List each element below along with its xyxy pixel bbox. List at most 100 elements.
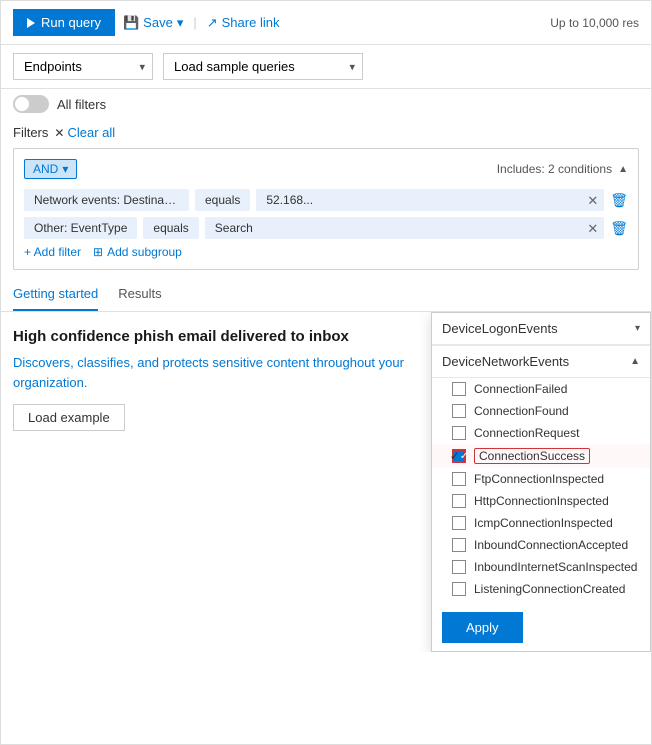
item-connection-found[interactable]: ConnectionFound [432, 400, 650, 422]
and-label: AND [33, 162, 58, 176]
apply-label: Apply [466, 620, 499, 635]
filter-op-2: equals [143, 217, 198, 239]
share-icon: ↗ [207, 15, 218, 31]
device-logon-events-header[interactable]: DeviceLogonEvents ▾ [432, 313, 650, 345]
checkbox-inbound-internet[interactable] [452, 560, 466, 574]
filter-field-1: Network events: DestinationIPA... [24, 189, 189, 211]
device-logon-events-label: DeviceLogonEvents [442, 321, 558, 336]
dropdown-overlay: DeviceLogonEvents ▾ DeviceNetworkEvents … [431, 312, 651, 652]
item-http-connection-label: HttpConnectionInspected [474, 494, 609, 508]
content-area: High confidence phish email delivered to… [1, 312, 651, 652]
device-logon-events-chevron-icon: ▾ [635, 323, 640, 334]
endpoints-dropdown[interactable]: Endpoints [13, 53, 153, 80]
load-example-button[interactable]: Load example [13, 404, 125, 431]
save-chevron-icon: ▾ [177, 15, 184, 31]
includes-text: Includes: 2 conditions ▲ [497, 162, 628, 176]
checkbox-icmp-connection[interactable] [452, 516, 466, 530]
all-filters-label: All filters [57, 97, 106, 112]
run-query-button[interactable]: Run query [13, 9, 115, 36]
tab-getting-started[interactable]: Getting started [13, 278, 98, 311]
filter-delete-1[interactable]: 🗑 [610, 192, 628, 209]
all-filters-toggle[interactable] [13, 95, 49, 113]
checkbox-connection-failed[interactable] [452, 382, 466, 396]
checkbox-http-connection[interactable] [452, 494, 466, 508]
filter-value-clear-1[interactable]: ✕ [587, 194, 598, 207]
checkbox-connection-found[interactable] [452, 404, 466, 418]
dropdown-list: DeviceLogonEvents ▾ DeviceNetworkEvents … [432, 313, 650, 604]
and-badge[interactable]: AND ▾ [24, 159, 77, 179]
item-listening-connection[interactable]: ListeningConnectionCreated [432, 578, 650, 600]
item-inbound-internet-label: InboundInternetScanInspected [474, 560, 637, 574]
device-network-events-chevron-icon: ▲ [630, 356, 640, 367]
tab-results-label: Results [118, 286, 161, 301]
filter-actions: + Add filter ⊞ Add subgroup [24, 245, 628, 259]
clear-all-button[interactable]: ✕ Clear all [54, 125, 115, 140]
filter-op-1: equals [195, 189, 250, 211]
filter-delete-2[interactable]: 🗑 [610, 220, 628, 237]
item-connection-request-label: ConnectionRequest [474, 426, 579, 440]
item-inbound-connection-label: InboundConnectionAccepted [474, 538, 628, 552]
checkbox-connection-success[interactable]: ✓ [452, 449, 466, 463]
save-label: Save [143, 15, 173, 30]
filter-row-1: Network events: DestinationIPA... equals… [24, 189, 628, 211]
item-ftp-connection-label: FtpConnectionInspected [474, 472, 604, 486]
content-title: High confidence phish email delivered to… [13, 328, 421, 345]
filter-value-input-2[interactable] [205, 217, 604, 239]
filter-box-header: AND ▾ Includes: 2 conditions ▲ [24, 159, 628, 179]
filter-value-wrapper-1: ✕ [256, 189, 604, 211]
share-link-button[interactable]: ↗ Share link [207, 15, 280, 31]
clear-all-label: Clear all [67, 125, 115, 140]
run-query-label: Run query [41, 15, 101, 30]
filters-label: Filters [13, 125, 48, 140]
checkbox-inbound-connection[interactable] [452, 538, 466, 552]
filter-field-2: Other: EventType [24, 217, 137, 239]
toolbar: Run query 💾 Save ▾ | ↗ Share link Up to … [1, 1, 651, 45]
item-connection-failed[interactable]: ConnectionFailed [432, 378, 650, 400]
checkbox-listening-connection[interactable] [452, 582, 466, 596]
item-icmp-connection-label: IcmpConnectionInspected [474, 516, 613, 530]
item-inbound-internet[interactable]: InboundInternetScanInspected [432, 556, 650, 578]
content-desc: Discovers, classifies, and protects sens… [13, 353, 421, 392]
add-filter-label: + Add filter [24, 245, 81, 259]
play-icon [27, 18, 35, 28]
item-ftp-connection[interactable]: FtpConnectionInspected [432, 468, 650, 490]
load-example-label: Load example [28, 410, 110, 425]
filter-value-input-1[interactable] [256, 189, 604, 211]
item-inbound-connection[interactable]: InboundConnectionAccepted [432, 534, 650, 556]
filter-box: AND ▾ Includes: 2 conditions ▲ Network e… [13, 148, 639, 270]
save-icon: 💾 [123, 15, 139, 31]
item-connection-request[interactable]: ConnectionRequest [432, 422, 650, 444]
device-network-events-header[interactable]: DeviceNetworkEvents ▲ [432, 345, 650, 378]
add-subgroup-button[interactable]: ⊞ Add subgroup [93, 245, 182, 259]
share-link-label: Share link [222, 15, 280, 30]
apply-button[interactable]: Apply [442, 612, 523, 643]
add-filter-button[interactable]: + Add filter [24, 245, 81, 259]
includes-label: Includes: 2 conditions [497, 162, 612, 176]
tab-results[interactable]: Results [118, 278, 161, 311]
item-icmp-connection[interactable]: IcmpConnectionInspected [432, 512, 650, 534]
subgroup-icon: ⊞ [93, 245, 103, 259]
and-chevron-icon: ▾ [62, 162, 68, 176]
item-connection-success-label: ConnectionSuccess [474, 448, 590, 464]
x-icon: ✕ [54, 126, 64, 140]
item-http-connection[interactable]: HttpConnectionInspected [432, 490, 650, 512]
dropdowns-row: Endpoints Load sample queries [1, 45, 651, 89]
filter-row-2: Other: EventType equals ✕ 🗑 [24, 217, 628, 239]
filter-value-wrapper-2: ✕ [205, 217, 604, 239]
item-network-signature[interactable]: NetworkSignatureInspected [432, 600, 650, 604]
checkbox-ftp-connection[interactable] [452, 472, 466, 486]
item-connection-success[interactable]: ✓ ConnectionSuccess [432, 444, 650, 468]
tabs-section: Getting started Results [1, 278, 651, 312]
filters-section: Filters ✕ Clear all AND ▾ Includes: 2 co… [1, 119, 651, 270]
toggle-thumb [15, 97, 29, 111]
tab-getting-started-label: Getting started [13, 286, 98, 301]
filters-header: Filters ✕ Clear all [13, 125, 639, 140]
checkbox-connection-request[interactable] [452, 426, 466, 440]
filter-value-clear-2[interactable]: ✕ [587, 222, 598, 235]
load-sample-dropdown[interactable]: Load sample queries [163, 53, 363, 80]
item-listening-connection-label: ListeningConnectionCreated [474, 582, 625, 596]
add-subgroup-label: Add subgroup [107, 245, 182, 259]
save-button[interactable]: 💾 Save ▾ [123, 15, 183, 31]
item-connection-found-label: ConnectionFound [474, 404, 569, 418]
results-info: Up to 10,000 res [550, 16, 639, 30]
